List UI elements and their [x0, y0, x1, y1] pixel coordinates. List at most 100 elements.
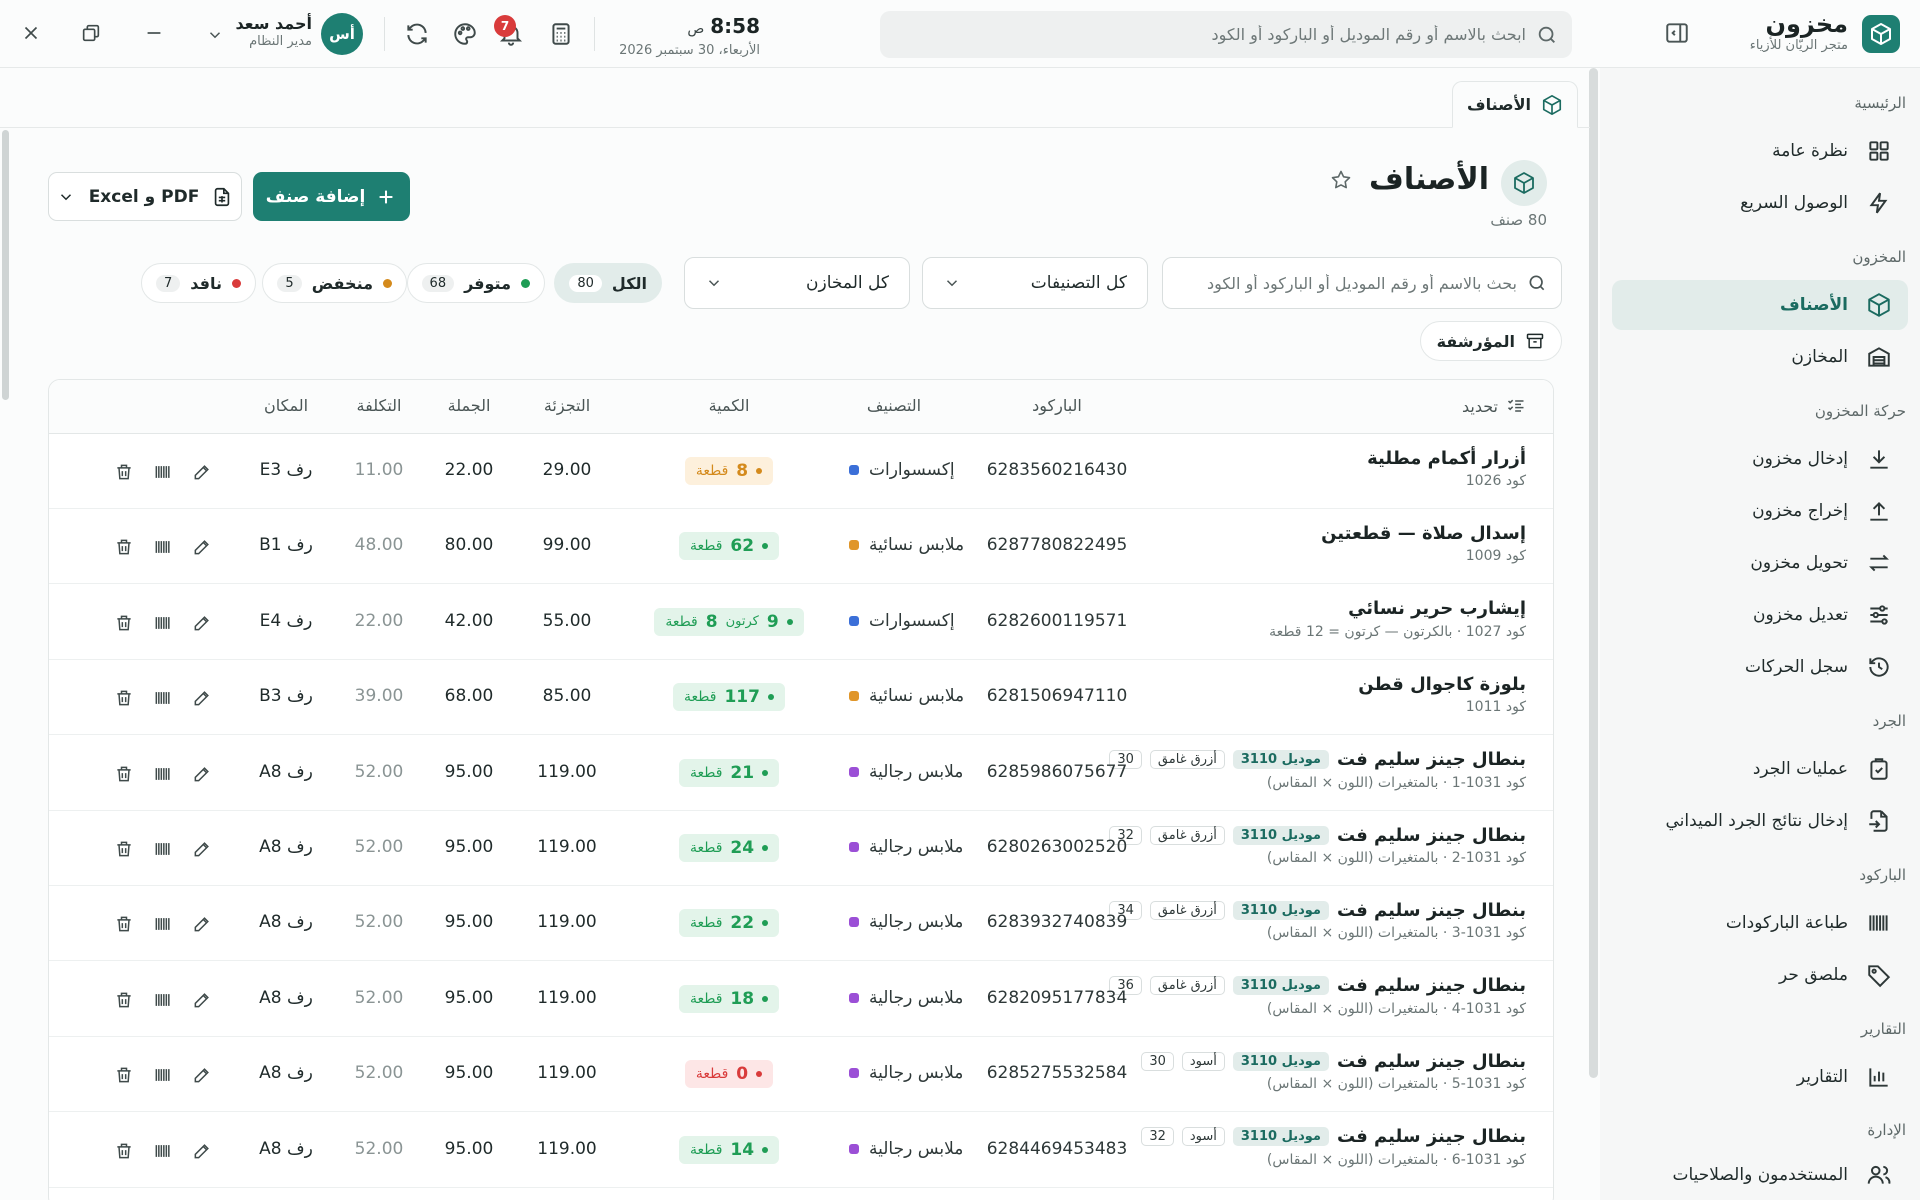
tab-items[interactable]: الأصناف — [1452, 81, 1578, 128]
delete-button[interactable] — [114, 613, 134, 633]
item-name-cell[interactable]: بنطال جينز سليم فت موديل 3110 أسود 30 كود 1… — [1141, 1048, 1526, 1092]
delete-button[interactable] — [114, 914, 134, 934]
quantity-badge: 18 قطعة — [678, 984, 780, 1013]
restore-button[interactable] — [80, 22, 102, 44]
quantity-badge: 14 قطعة — [678, 1135, 780, 1164]
edit-button[interactable] — [192, 462, 212, 482]
delete-button[interactable] — [114, 990, 134, 1010]
item-cost: 39.00 — [354, 686, 404, 707]
item-name-cell[interactable]: إسدال صلاة — قطعتين كود 1009 — [1321, 520, 1526, 565]
warehouse-select[interactable]: كل المخازن — [684, 257, 910, 309]
item-name-cell[interactable]: بنطال جينز سليم فت موديل 3110 أزرق غامق 34 … — [1109, 897, 1526, 941]
item-name-cell[interactable]: بنطال جينز سليم فت موديل 3110 أزرق غامق 30 … — [1109, 747, 1526, 791]
table-row[interactable]: بنطال جينز سليم فت موديل 3110 أسود 30 كود 1… — [49, 1037, 1553, 1113]
category-select[interactable]: كل التصنيفات — [922, 257, 1148, 309]
sidebar-item-label: تحويل مخزون — [1750, 553, 1848, 573]
sidebar-item-quick-access[interactable]: الوصول السريع — [1612, 178, 1908, 228]
bolt-icon — [1869, 192, 1888, 214]
delete-button[interactable] — [114, 839, 134, 859]
table-row[interactable]: بنطال جينز سليم فت موديل 3110 أزرق غامق 34 … — [49, 886, 1553, 962]
sidebar-item-stocktake[interactable]: عمليات الجرد — [1612, 744, 1908, 794]
table-row[interactable]: بنطال جينز سليم فت موديل 3110 أزرق غامق 30 … — [49, 736, 1553, 811]
item-name-cell[interactable]: بنطال جينز سليم فت موديل 3110 أزرق غامق 36 … — [1109, 973, 1526, 1017]
close-button[interactable] — [20, 22, 42, 44]
print-barcode-button[interactable] — [153, 1141, 173, 1161]
sidebar-item-overview[interactable]: نظرة عامة — [1612, 126, 1908, 176]
print-barcode-button[interactable] — [153, 914, 173, 934]
sidebar-item-warehouses[interactable]: المخازن — [1612, 332, 1908, 382]
edit-button[interactable] — [192, 688, 212, 708]
sidebar-item-stock-adjust[interactable]: تعديل مخزون — [1612, 590, 1908, 640]
table-row[interactable]: إسدال صلاة — قطعتين كود 1009 62877808224… — [49, 509, 1553, 585]
delete-button[interactable] — [114, 1141, 134, 1161]
filter-chip-low[interactable]: منخفض 5 — [262, 263, 407, 303]
sidebar-item-users[interactable]: المستخدمون والصلاحيات — [1612, 1150, 1908, 1200]
item-name-cell[interactable]: بنطال جينز سليم فت موديل 3110 أسود 32 كود 1… — [1141, 1124, 1526, 1168]
filter-chip-out[interactable]: نافد 7 — [140, 263, 256, 303]
print-barcode-button[interactable] — [153, 462, 173, 482]
search-icon — [1538, 26, 1555, 43]
edit-button[interactable] — [192, 613, 212, 633]
avatar[interactable]: أس — [321, 13, 363, 55]
sidebar-item-stock-transfer[interactable]: تحويل مخزون — [1612, 538, 1908, 588]
table-row[interactable]: بنطال جينز سليم فت موديل 3110 أزرق غامق 36 … — [49, 962, 1553, 1037]
print-barcode-button[interactable] — [153, 688, 173, 708]
export-button[interactable]: Excel و PDF — [48, 172, 242, 221]
print-barcode-button[interactable] — [153, 613, 173, 633]
archived-button[interactable]: المؤرشفة — [1419, 321, 1562, 361]
sidebar-toggle-button[interactable] — [1664, 20, 1690, 46]
scrollbar[interactable] — [1589, 68, 1598, 1078]
delete-button[interactable] — [114, 764, 134, 784]
table-row[interactable]: بنطال جينز سليم فت موديل 3110 أسود 32 كود 1… — [49, 1113, 1553, 1188]
table-row[interactable]: إيشارب حرير نسائي كود 1027 · بالكرتون — … — [49, 585, 1553, 660]
print-barcode-button[interactable] — [153, 537, 173, 557]
select-header[interactable]: تحديد — [1462, 396, 1526, 416]
table-row[interactable]: بلوزة كاجوال قطن كود 1011 6281506947110 … — [49, 660, 1553, 736]
add-item-button[interactable]: إضافة صنف — [253, 172, 410, 221]
delete-button[interactable] — [114, 537, 134, 557]
minimize-button[interactable] — [143, 22, 165, 44]
edit-button[interactable] — [192, 1141, 212, 1161]
user-menu-chevron[interactable] — [206, 26, 224, 44]
barcode-icon — [155, 692, 170, 705]
edit-button[interactable] — [192, 990, 212, 1010]
print-barcode-button[interactable] — [153, 764, 173, 784]
delete-button[interactable] — [114, 462, 134, 482]
pencil-icon — [194, 842, 209, 857]
sidebar-item-label: الأصناف — [1780, 295, 1848, 315]
sidebar-item-stock-in[interactable]: إدخال مخزون — [1612, 434, 1908, 484]
items-search-input[interactable]: بحث بالاسم أو رقم الموديل أو الباركود أو… — [1162, 257, 1562, 309]
table-row[interactable]: أزرار أكمام مطلية كود 1026 6283560216430… — [49, 434, 1553, 509]
sidebar-item-history[interactable]: سجل الحركات — [1612, 642, 1908, 692]
scrollbar[interactable] — [2, 130, 9, 400]
favorite-button[interactable] — [1329, 168, 1353, 192]
sidebar-item-reports[interactable]: التقارير — [1612, 1052, 1908, 1102]
edit-button[interactable] — [192, 839, 212, 859]
print-barcode-button[interactable] — [153, 990, 173, 1010]
edit-button[interactable] — [192, 764, 212, 784]
print-barcode-button[interactable] — [153, 839, 173, 859]
print-barcode-button[interactable] — [153, 1065, 173, 1085]
item-name-cell[interactable]: بنطال جينز سليم فت موديل 3110 أزرق غامق 32 … — [1109, 822, 1526, 866]
item-code: كود 1031-4 · بالمتغيرات (اللون × المقاس) — [1266, 1000, 1526, 1017]
sidebar-item-print-barcodes[interactable]: طباعة الباركودات — [1612, 898, 1908, 948]
calculator-button[interactable] — [548, 21, 574, 47]
sidebar-item-free-label[interactable]: ملصق حر — [1612, 950, 1908, 1000]
edit-button[interactable] — [192, 1065, 212, 1085]
item-name-cell[interactable]: إيشارب حرير نسائي كود 1027 · بالكرتون — … — [1269, 596, 1526, 640]
refresh-button[interactable] — [404, 21, 430, 47]
sidebar-item-field-count[interactable]: إدخال نتائج الجرد الميداني — [1612, 796, 1908, 846]
table-row[interactable]: بنطال جينز سليم فت موديل 3110 أزرق غامق 32 … — [49, 811, 1553, 886]
item-name-cell[interactable]: أزرار أكمام مطلية كود 1026 — [1367, 445, 1526, 490]
edit-button[interactable] — [192, 537, 212, 557]
theme-button[interactable] — [452, 21, 478, 47]
filter-chip-available[interactable]: متوفر 68 — [406, 263, 545, 303]
delete-button[interactable] — [114, 1065, 134, 1085]
global-search-input[interactable]: ابحث بالاسم أو رقم الموديل أو الباركود أ… — [880, 11, 1572, 58]
edit-button[interactable] — [192, 914, 212, 934]
filter-chip-all[interactable]: الكل 80 — [554, 263, 662, 303]
delete-button[interactable] — [114, 688, 134, 708]
item-name-cell[interactable]: بلوزة كاجوال قطن كود 1011 — [1358, 671, 1526, 716]
sidebar-item-items[interactable]: الأصناف — [1612, 280, 1908, 330]
sidebar-item-stock-out[interactable]: إخراج مخزون — [1612, 486, 1908, 536]
